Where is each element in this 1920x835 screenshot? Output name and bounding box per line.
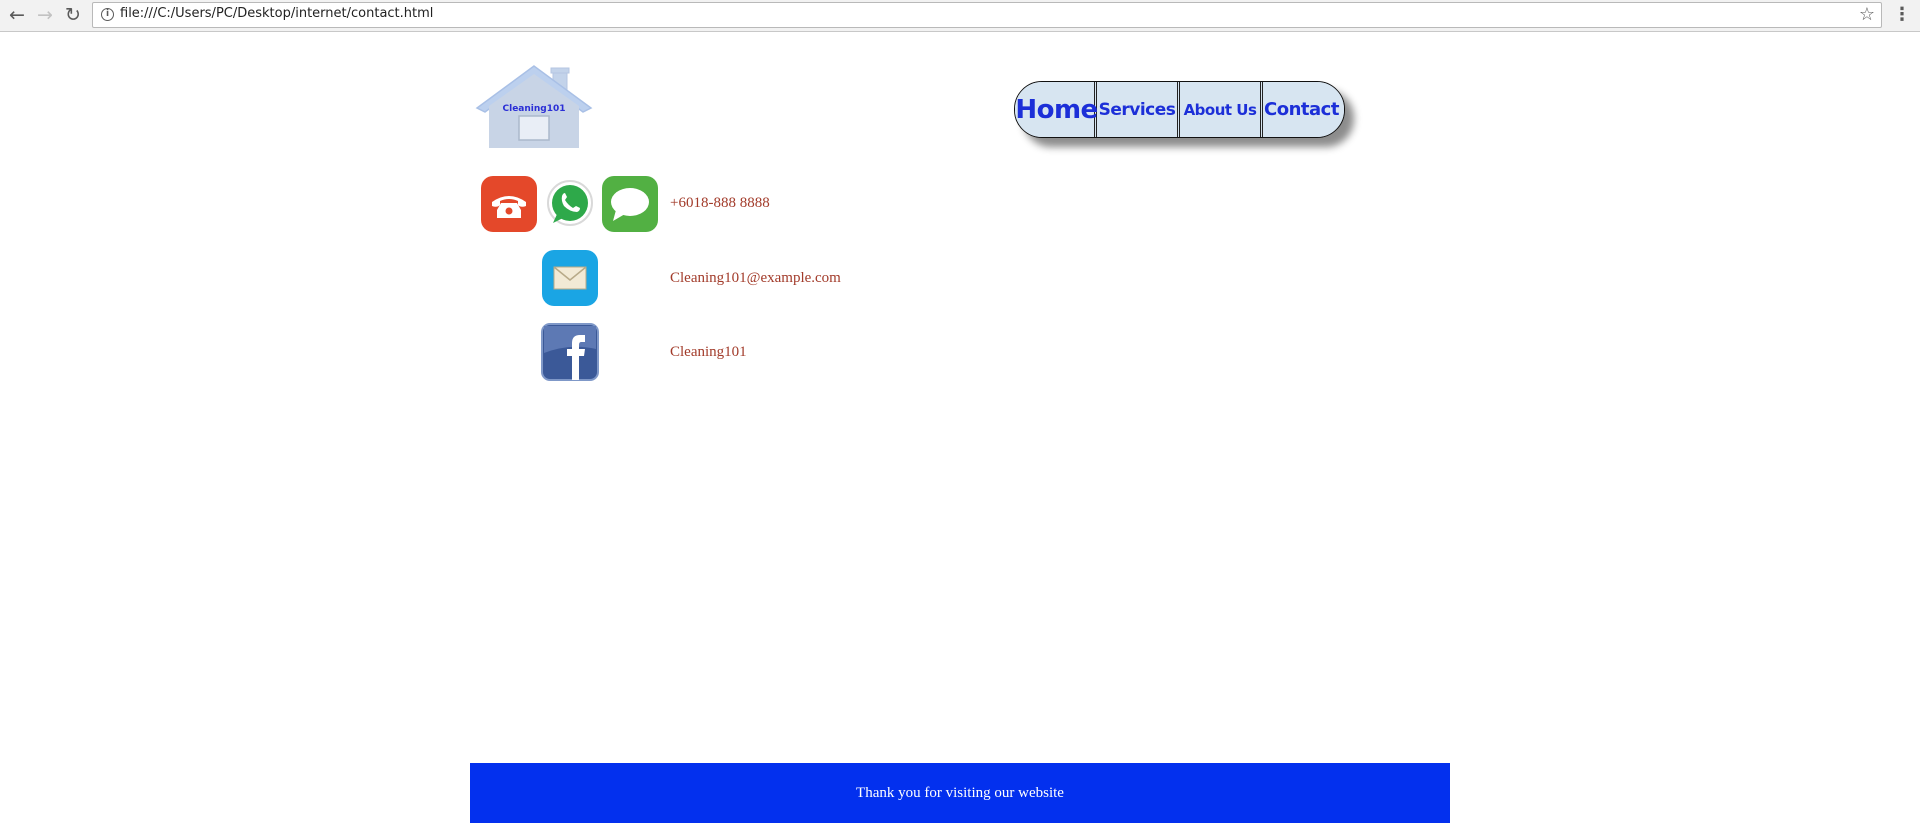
message-icon[interactable] bbox=[601, 175, 659, 233]
phone-icon[interactable] bbox=[480, 175, 538, 233]
facebook-icon[interactable] bbox=[541, 323, 599, 381]
footer-text: Thank you for visiting our website bbox=[856, 784, 1064, 801]
nav-about-us[interactable]: About Us bbox=[1180, 82, 1263, 137]
reload-icon[interactable]: ↻ bbox=[61, 3, 85, 27]
email-icon[interactable] bbox=[541, 249, 599, 307]
site-logo[interactable]: Cleaning101 bbox=[475, 64, 593, 148]
house-logo-icon: Cleaning101 bbox=[475, 65, 593, 148]
forward-arrow-icon[interactable]: → bbox=[33, 3, 57, 27]
address-bar[interactable]: i file:///C:/Users/PC/Desktop/internet/c… bbox=[92, 2, 1882, 28]
nav-home[interactable]: Home bbox=[1015, 82, 1098, 137]
whatsapp-icon[interactable] bbox=[541, 175, 599, 233]
facebook-name[interactable]: Cleaning101 bbox=[670, 344, 747, 361]
footer: Thank you for visiting our website bbox=[470, 763, 1450, 823]
info-icon[interactable]: i bbox=[101, 8, 114, 21]
phone-number: +6018-888 8888 bbox=[670, 195, 770, 211]
nav-services[interactable]: Services bbox=[1097, 82, 1180, 137]
logo-text: Cleaning101 bbox=[503, 104, 566, 114]
browser-toolbar: ← → ↻ i file:///C:/Users/PC/Desktop/inte… bbox=[0, 0, 1920, 32]
bookmark-star-icon[interactable]: ☆ bbox=[1859, 3, 1875, 27]
nav-contact[interactable]: Contact bbox=[1263, 82, 1344, 137]
url-text[interactable]: file:///C:/Users/PC/Desktop/internet/con… bbox=[120, 6, 433, 21]
back-arrow-icon[interactable]: ← bbox=[5, 3, 29, 27]
main-navigation: Home Services About Us Contact bbox=[1014, 81, 1345, 138]
browser-menu-icon[interactable]: ⋮ bbox=[1892, 3, 1912, 27]
email-address[interactable]: Cleaning101@example.com bbox=[670, 270, 841, 287]
